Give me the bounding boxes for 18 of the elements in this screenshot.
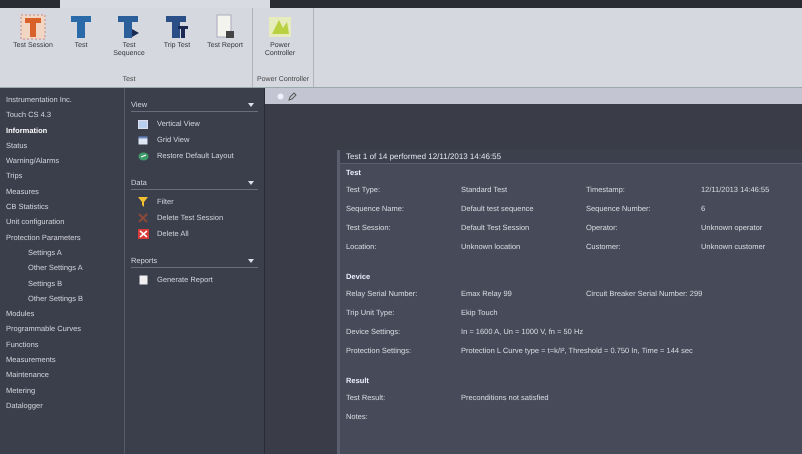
power-controller-icon [267,14,293,40]
letter-t-icon [20,14,46,40]
letter-t-icon [70,14,92,40]
window-icon [138,120,148,128]
report-title: Test 1 of 14 performed 12/11/2013 14:46:55 [340,150,802,164]
window-icon [138,136,148,144]
delete-icon [138,229,148,239]
letter-t-icon [165,14,189,40]
document-icon [138,275,148,285]
layout-icon [138,152,148,160]
filter-icon [138,197,148,207]
collapse-icon[interactable] [248,258,254,262]
document-icon [215,14,235,40]
pencil-icon[interactable] [288,92,297,100]
collapse-icon[interactable] [248,102,254,106]
letter-t-icon [117,14,141,40]
delete-icon [138,213,148,223]
collapse-icon[interactable] [248,180,254,184]
